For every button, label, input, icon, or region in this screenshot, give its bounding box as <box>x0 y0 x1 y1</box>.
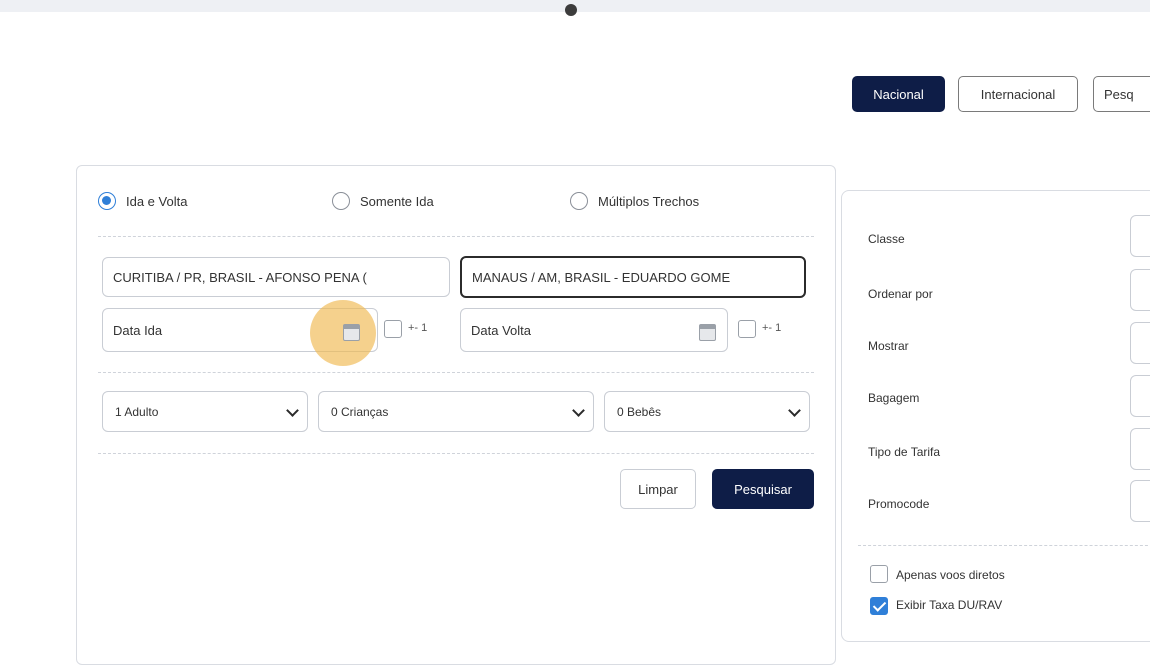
divider <box>98 372 814 373</box>
internacional-tab-button[interactable]: Internacional <box>958 76 1078 112</box>
option-label-promocode: Promocode <box>868 497 930 511</box>
option-label-mostrar: Mostrar <box>868 339 909 353</box>
return-date-input[interactable]: Data Volta <box>460 308 728 352</box>
chevron-down-icon <box>286 404 299 417</box>
infants-select[interactable]: 0 Bebês <box>604 391 810 432</box>
flex-days-label: +- 1 <box>408 322 428 334</box>
destination-input[interactable]: MANAUS / AM, BRASIL - EDUARDO GOME <box>460 256 806 298</box>
flex-days-label: +- 1 <box>762 322 782 334</box>
radio-multiplos-trechos[interactable]: Múltiplos Trechos <box>570 192 699 210</box>
top-icon <box>565 4 577 16</box>
option-label-classe: Classe <box>868 232 905 246</box>
divider <box>858 545 1150 546</box>
radio-unselected-icon[interactable] <box>570 192 588 210</box>
radio-ida-e-volta[interactable]: Ida e Volta <box>98 192 187 210</box>
radio-label: Ida e Volta <box>126 193 188 209</box>
calendar-icon[interactable] <box>343 324 360 341</box>
radio-label: Múltiplos Trechos <box>598 193 700 209</box>
nacional-tab-button[interactable]: Nacional <box>852 76 945 112</box>
children-select[interactable]: 0 Crianças <box>318 391 594 432</box>
adults-select[interactable]: 1 Adulto <box>102 391 308 432</box>
bagagem-select[interactable] <box>1130 375 1150 417</box>
show-fee-checkbox[interactable] <box>870 597 888 615</box>
divider <box>98 236 814 237</box>
tipo-tarifa-select[interactable] <box>1130 428 1150 470</box>
pesquisa-tab-button[interactable]: Pesq <box>1093 76 1150 112</box>
calendar-icon[interactable] <box>699 324 716 341</box>
radio-selected-icon[interactable] <box>98 192 116 210</box>
adults-select-value: 1 Adulto <box>115 404 159 419</box>
option-label-bagagem: Bagagem <box>868 391 920 405</box>
children-select-value: 0 Crianças <box>331 404 389 419</box>
infants-select-value: 0 Bebês <box>617 404 662 419</box>
direct-flights-checkbox[interactable] <box>870 565 888 583</box>
ordenar-select[interactable] <box>1130 269 1150 311</box>
chevron-down-icon <box>788 404 801 417</box>
origin-input[interactable]: CURITIBA / PR, BRASIL - AFONSO PENA ( <box>102 257 450 297</box>
promocode-input[interactable] <box>1130 480 1150 522</box>
departure-flex-checkbox[interactable] <box>384 320 402 338</box>
classe-select[interactable] <box>1130 215 1150 257</box>
radio-somente-ida[interactable]: Somente Ida <box>332 192 434 210</box>
show-fee-label: Exibir Taxa DU/RAV <box>896 598 1003 612</box>
option-label-ordenar: Ordenar por <box>868 287 933 301</box>
direct-flights-label: Apenas voos diretos <box>896 568 1005 582</box>
search-button[interactable]: Pesquisar <box>712 469 814 509</box>
radio-unselected-icon[interactable] <box>332 192 350 210</box>
radio-label: Somente Ida <box>360 193 434 209</box>
chevron-down-icon <box>572 404 585 417</box>
return-flex-checkbox[interactable] <box>738 320 756 338</box>
mostrar-select[interactable] <box>1130 322 1150 364</box>
clear-button[interactable]: Limpar <box>620 469 696 509</box>
divider <box>98 453 814 454</box>
option-label-tipo-tarifa: Tipo de Tarifa <box>868 445 941 459</box>
